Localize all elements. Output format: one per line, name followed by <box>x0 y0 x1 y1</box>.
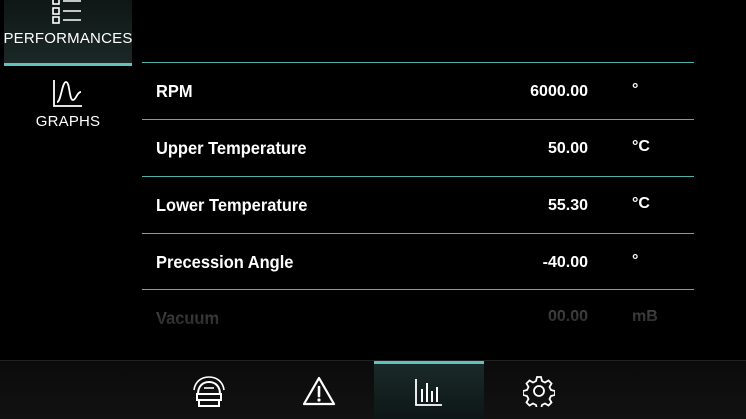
tab-performances[interactable]: PERFORMANCES <box>3 0 133 66</box>
performance-table: RPM 6000.00 ° Upper Temperature 50.00 °C… <box>142 62 694 330</box>
table-row: Lower Temperature 55.30 °C <box>142 176 694 233</box>
bar-chart-icon <box>415 379 442 406</box>
gear-icon <box>523 375 555 407</box>
hood-icon <box>193 375 225 407</box>
row-unit: ° <box>632 81 639 98</box>
warning-icon <box>302 376 336 405</box>
row-name: Upper Temperature <box>156 138 307 158</box>
row-value: 00.00 <box>547 308 588 325</box>
table-row: Upper Temperature 50.00 °C <box>142 119 694 176</box>
row-unit: ° <box>632 252 639 269</box>
list-icon <box>52 0 81 24</box>
row-value: 55.30 <box>547 197 588 214</box>
tab-graphs[interactable]: GRAPHS <box>4 78 132 140</box>
nav-hood-button[interactable] <box>154 361 264 419</box>
row-value: 50.00 <box>547 140 588 157</box>
row-value: -40.00 <box>542 254 588 271</box>
nav-alerts-button[interactable] <box>264 361 374 419</box>
row-value: 6000.00 <box>530 83 588 100</box>
table-row: Precession Angle -40.00 ° <box>142 233 694 290</box>
row-name: Vacuum <box>156 308 220 328</box>
tab-graphs-label: GRAPHS <box>35 113 101 130</box>
table-row: RPM 6000.00 ° <box>142 62 694 119</box>
app-screen: PERFORMANCES GRAPHS RPM 6000.00 ° Upper … <box>0 0 746 419</box>
row-unit: mB <box>632 308 658 325</box>
table-row: Vacuum 00.00 mB <box>142 290 694 330</box>
row-name: RPM <box>156 81 193 101</box>
row-unit: °C <box>632 195 650 212</box>
nav-performance-button[interactable] <box>374 361 484 419</box>
graph-icon <box>53 80 82 107</box>
row-name: Lower Temperature <box>156 195 308 215</box>
row-name: Precession Angle <box>156 252 294 272</box>
nav-settings-button[interactable] <box>484 361 594 419</box>
row-unit: °C <box>632 138 650 155</box>
bottom-nav <box>0 360 746 419</box>
tab-performances-label: PERFORMANCES <box>3 30 133 47</box>
